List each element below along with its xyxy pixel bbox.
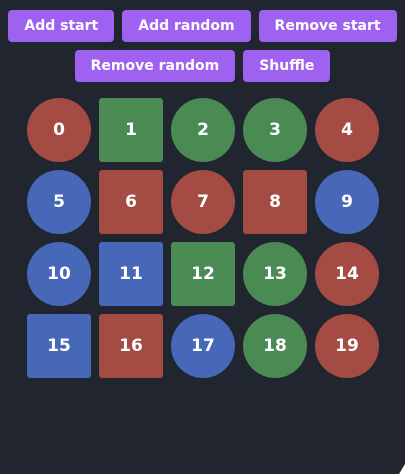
circle-item: 3 (243, 98, 307, 162)
toolbar-row-1: Add start Add random Remove start (0, 10, 405, 42)
circle-item: 9 (315, 170, 379, 234)
add-start-button[interactable]: Add start (8, 10, 115, 42)
square-item: 11 (99, 242, 163, 306)
remove-start-button[interactable]: Remove start (258, 10, 397, 42)
item-grid: 0 1 2 3 4 5 6 7 8 9 10 11 12 13 14 15 16 17 18 19 (27, 98, 379, 378)
circle-item: 0 (27, 98, 91, 162)
circle-item: 13 (243, 242, 307, 306)
square-item: 6 (99, 170, 163, 234)
toolbar: Add start Add random Remove start Remove… (0, 10, 405, 90)
circle-item: 7 (171, 170, 235, 234)
cursor-icon (399, 464, 405, 474)
remove-random-button[interactable]: Remove random (74, 50, 236, 82)
square-item: 1 (99, 98, 163, 162)
circle-item: 4 (315, 98, 379, 162)
circle-item: 18 (243, 314, 307, 378)
toolbar-row-2: Remove random Shuffle (0, 50, 405, 82)
circle-item: 2 (171, 98, 235, 162)
add-random-button[interactable]: Add random (122, 10, 251, 42)
shuffle-button[interactable]: Shuffle (243, 50, 331, 82)
square-item: 15 (27, 314, 91, 378)
square-item: 12 (171, 242, 235, 306)
circle-item: 5 (27, 170, 91, 234)
circle-item: 10 (27, 242, 91, 306)
circle-item: 17 (171, 314, 235, 378)
circle-item: 19 (315, 314, 379, 378)
square-item: 8 (243, 170, 307, 234)
circle-item: 14 (315, 242, 379, 306)
square-item: 16 (99, 314, 163, 378)
